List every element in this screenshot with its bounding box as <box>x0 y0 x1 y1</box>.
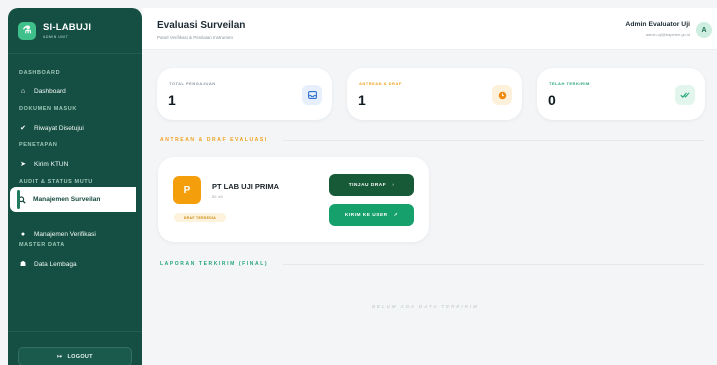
stat-card-terkirim: TELAH TERKIRIM 0 <box>537 68 705 120</box>
company-name: PT LAB UJI PRIMA <box>212 182 280 191</box>
page-title: Evaluasi Surveilan <box>157 20 246 31</box>
logout-label: LOGOUT <box>67 353 93 360</box>
clock-icon <box>492 85 512 105</box>
user-name: Admin Evaluator Uji <box>625 21 690 28</box>
section-heading-antrean: ANTREAN & DRAF EVALUASI <box>160 137 268 143</box>
section-dokumen-masuk: DOKUMEN MASUK <box>19 106 77 112</box>
stat-value: 1 <box>358 92 366 108</box>
home-icon: ⌂ <box>20 87 26 95</box>
top-header: Evaluasi Surveilan Panel Verifikasi & Pe… <box>142 8 717 50</box>
sidebar-item-label: Dashboard <box>34 87 66 95</box>
section-dashboard: DASHBOARD <box>19 70 61 76</box>
sidebar-item-label: Manajemen Surveilan <box>33 196 101 203</box>
chevron-right-icon: › <box>392 182 395 188</box>
company-badge: P <box>173 176 201 204</box>
section-penetapan: PENETAPAN <box>19 142 58 148</box>
send-icon: ➤ <box>20 161 26 168</box>
stat-value: 0 <box>548 92 556 108</box>
sidebar-item-manajemen-verifikasi[interactable]: ● Manajemen Verifikasi <box>19 230 96 238</box>
inbox-icon <box>302 85 322 105</box>
stat-card-total: TOTAL PENGAJUAN 1 <box>157 68 332 120</box>
sidebar-item-label: Riwayat Disetujui <box>34 124 84 132</box>
page-subtitle: Panel Verifikasi & Penilaian Instrumen <box>157 35 234 40</box>
stat-value: 1 <box>168 92 176 108</box>
stat-label: ANTREAN & DRAF <box>359 81 402 86</box>
flask-icon: ⚗ <box>18 21 36 40</box>
user-email: admin.uji@bapeten.go.id <box>645 32 690 37</box>
avatar[interactable]: A <box>696 22 712 38</box>
stat-label: TOTAL PENGAJUAN <box>169 81 216 86</box>
check-circle-icon: ✔ <box>20 125 26 132</box>
company-id: ID: #4 <box>212 194 223 199</box>
send-to-user-label: KIRIM KE USER <box>344 212 388 218</box>
send-to-user-button[interactable]: KIRIM KE USER ➚ <box>329 204 414 226</box>
empty-state: BELUM ADA DATA TERKIRIM <box>372 304 479 309</box>
sidebar-item-data-lembaga[interactable]: ☗ Data Lembaga <box>19 260 77 269</box>
sidebar-item-kirim-ktun[interactable]: ➤ Kirim KTUN <box>19 160 69 169</box>
review-draft-label: TINJAU DRAF <box>348 182 387 188</box>
status-badge: DRAF TERSEDIA <box>174 213 226 222</box>
brand-title: SI-LABUJI <box>43 22 92 33</box>
check-double-icon <box>675 85 695 105</box>
users-icon: ☗ <box>19 261 27 268</box>
stat-label: TELAH TERKIRIM <box>549 81 590 86</box>
section-heading-laporan: LAPORAN TERKIRIM (FINAL) <box>160 261 269 267</box>
section-master-data: MASTER DATA <box>19 242 65 248</box>
sidebar-item-dashboard[interactable]: ⌂ Dashboard <box>19 87 66 95</box>
section-divider <box>283 140 704 141</box>
sidebar-item-label: Kirim KTUN <box>34 160 69 168</box>
sidebar-divider <box>8 331 142 332</box>
stat-card-antrean: ANTREAN & DRAF 1 <box>347 68 522 120</box>
logout-icon: ↦ <box>57 354 63 360</box>
active-indicator <box>17 190 20 209</box>
brand-subtitle: ADMIN UNIT <box>43 35 69 39</box>
sidebar-item-label: Data Lembaga <box>34 260 77 268</box>
section-divider <box>283 264 704 265</box>
sidebar-item-label: Manajemen Verifikasi <box>34 230 96 238</box>
logout-button[interactable]: ↦ LOGOUT <box>18 347 132 365</box>
section-audit: AUDIT & STATUS MUTU <box>19 179 93 185</box>
sidebar-item-manajemen-surveilan[interactable]: Manajemen Surveilan <box>10 187 136 212</box>
brand: ⚗ SI-LABUJI ADMIN UNIT <box>8 8 142 54</box>
sidebar-item-riwayat[interactable]: ✔ Riwayat Disetujui <box>19 124 84 133</box>
send-icon: ➚ <box>393 212 399 218</box>
circle-icon: ● <box>20 230 26 238</box>
draft-card: P PT LAB UJI PRIMA ID: #4 DRAF TERSEDIA … <box>158 157 429 242</box>
review-draft-button[interactable]: TINJAU DRAF › <box>329 174 414 196</box>
